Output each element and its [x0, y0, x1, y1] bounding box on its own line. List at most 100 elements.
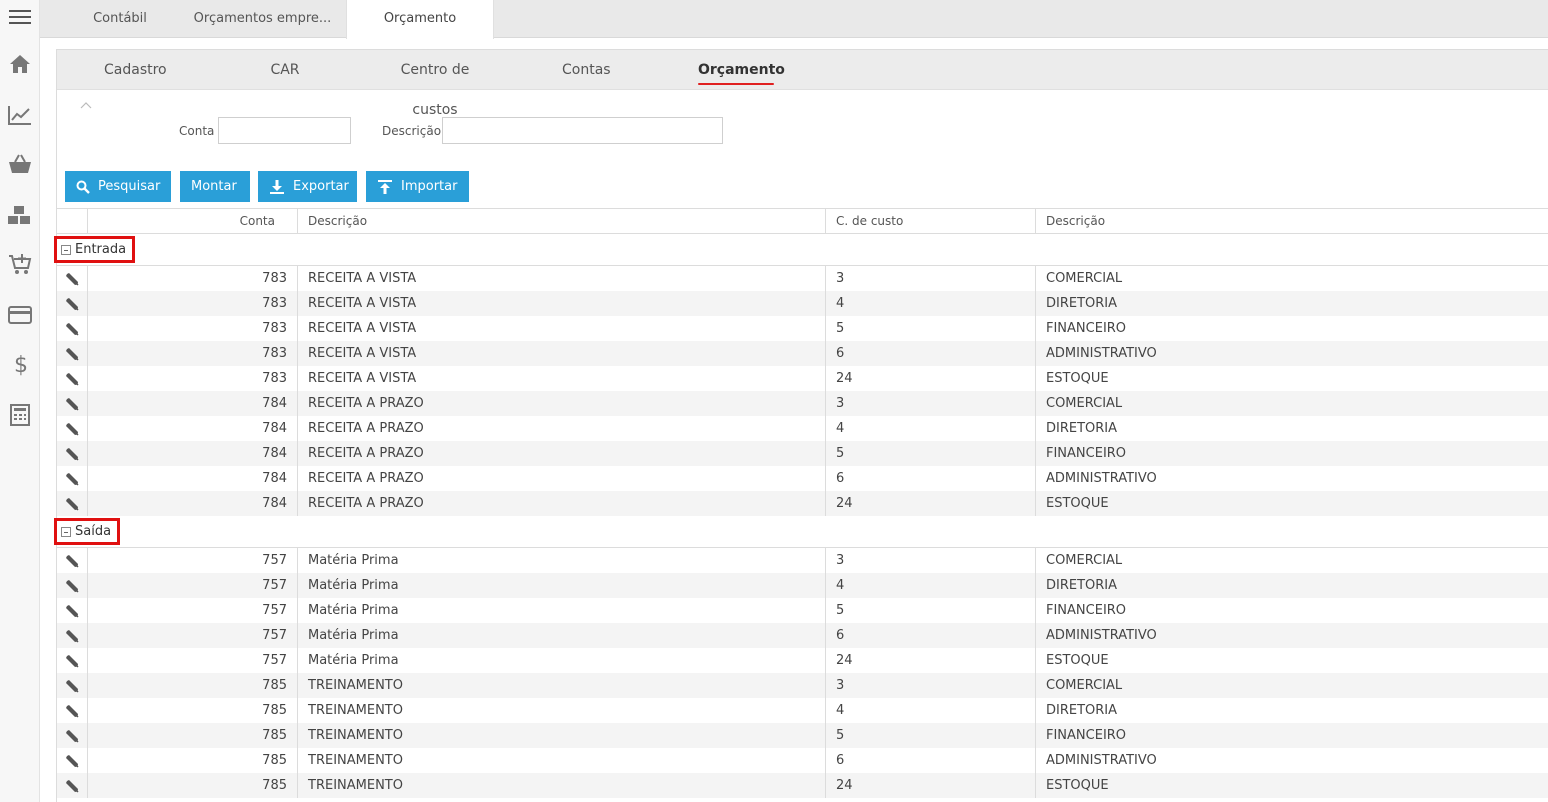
cell-descricao: TREINAMENTO — [297, 698, 825, 723]
table-row[interactable]: 784 RECEITA A PRAZO 6 ADMINISTRATIVO — [57, 466, 1548, 491]
table-row[interactable]: 785 TREINAMENTO 4 DIRETORIA — [57, 698, 1548, 723]
cell-custo-descricao: COMERCIAL — [1035, 391, 1548, 416]
chart-icon[interactable] — [0, 97, 40, 133]
boxes-icon[interactable] — [0, 197, 40, 233]
table-row[interactable]: 757 Matéria Prima 4 DIRETORIA — [57, 573, 1548, 598]
table-row[interactable]: 784 RECEITA A PRAZO 24 ESTOQUE — [57, 491, 1548, 516]
edit-pencil-icon[interactable] — [57, 648, 87, 673]
pesquisar-button[interactable]: Pesquisar — [65, 171, 171, 202]
cell-descricao: TREINAMENTO — [297, 673, 825, 698]
subtab-car[interactable]: CAR — [269, 50, 301, 90]
descricao-input[interactable] — [442, 117, 723, 144]
home-icon[interactable] — [0, 46, 40, 82]
table-row[interactable]: 783 RECEITA A VISTA 4 DIRETORIA — [57, 291, 1548, 316]
subtab-orcamento[interactable]: Orçamento — [698, 50, 785, 90]
cell-conta: 784 — [87, 416, 297, 441]
col-custo-descricao[interactable]: Descrição — [1035, 209, 1548, 233]
grid-header: Conta Descrição C. de custo Descrição — [57, 208, 1548, 234]
cell-custo-descricao: COMERCIAL — [1035, 266, 1548, 291]
edit-pencil-icon[interactable] — [57, 341, 87, 366]
group-row: Saída — [54, 516, 1548, 548]
cell-descricao: Matéria Prima — [297, 548, 825, 573]
cell-centro-custo: 4 — [825, 291, 1035, 316]
edit-pencil-icon[interactable] — [57, 291, 87, 316]
edit-pencil-icon[interactable] — [57, 623, 87, 648]
montar-button[interactable]: Montar — [180, 171, 250, 202]
edit-pencil-icon[interactable] — [57, 466, 87, 491]
cell-centro-custo: 6 — [825, 341, 1035, 366]
collapse-caret-icon[interactable] — [80, 98, 92, 110]
edit-pencil-icon[interactable] — [57, 416, 87, 441]
edit-pencil-icon[interactable] — [57, 366, 87, 391]
cell-descricao: RECEITA A PRAZO — [297, 416, 825, 441]
edit-pencil-icon[interactable] — [57, 598, 87, 623]
group-toggle[interactable]: Entrada — [54, 236, 136, 263]
calculator-icon[interactable] — [0, 397, 40, 433]
group-toggle[interactable]: Saída — [54, 518, 121, 545]
subtab-cadastro[interactable]: Cadastro — [104, 50, 167, 90]
tab-orcamento[interactable]: Orçamento — [346, 0, 494, 39]
cell-conta: 757 — [87, 548, 297, 573]
cell-custo-descricao: DIRETORIA — [1035, 573, 1548, 598]
col-centro-custo[interactable]: C. de custo — [825, 209, 1035, 233]
subtab-contas[interactable]: Contas — [562, 50, 611, 90]
cell-centro-custo: 6 — [825, 623, 1035, 648]
table-row[interactable]: 785 TREINAMENTO 6 ADMINISTRATIVO — [57, 748, 1548, 773]
collapse-minus-icon[interactable] — [61, 244, 71, 255]
table-row[interactable]: 785 TREINAMENTO 5 FINANCEIRO — [57, 723, 1548, 748]
cell-descricao: TREINAMENTO — [297, 773, 825, 798]
table-row[interactable]: 757 Matéria Prima 6 ADMINISTRATIVO — [57, 623, 1548, 648]
cell-conta: 785 — [87, 723, 297, 748]
cell-custo-descricao: DIRETORIA — [1035, 291, 1548, 316]
edit-pencil-icon[interactable] — [57, 698, 87, 723]
edit-pencil-icon[interactable] — [57, 723, 87, 748]
conta-label: Conta — [179, 124, 215, 138]
cart-plus-icon[interactable] — [0, 246, 40, 282]
table-row[interactable]: 783 RECEITA A VISTA 24 ESTOQUE — [57, 366, 1548, 391]
conta-input[interactable] — [218, 117, 351, 144]
edit-pencil-icon[interactable] — [57, 773, 87, 798]
cell-custo-descricao: DIRETORIA — [1035, 416, 1548, 441]
edit-pencil-icon[interactable] — [57, 748, 87, 773]
cell-descricao: Matéria Prima — [297, 648, 825, 673]
basket-icon[interactable] — [0, 146, 40, 182]
edit-pencil-icon[interactable] — [57, 316, 87, 341]
table-row[interactable]: 757 Matéria Prima 24 ESTOQUE — [57, 648, 1548, 673]
cell-descricao: RECEITA A PRAZO — [297, 491, 825, 516]
table-row[interactable]: 785 TREINAMENTO 3 COMERCIAL — [57, 673, 1548, 698]
exportar-button[interactable]: Exportar — [258, 171, 357, 202]
collapse-minus-icon[interactable] — [61, 526, 71, 537]
edit-pencil-icon[interactable] — [57, 673, 87, 698]
table-row[interactable]: 783 RECEITA A VISTA 5 FINANCEIRO — [57, 316, 1548, 341]
tab-orcamentos-empresa[interactable]: Orçamentos empre... — [190, 0, 335, 38]
table-row[interactable]: 785 TREINAMENTO 24 ESTOQUE — [57, 773, 1548, 798]
col-conta[interactable]: Conta — [87, 209, 297, 233]
edit-pencil-icon[interactable] — [57, 548, 87, 573]
table-row[interactable]: 784 RECEITA A PRAZO 4 DIRETORIA — [57, 416, 1548, 441]
edit-pencil-icon[interactable] — [57, 573, 87, 598]
cell-centro-custo: 24 — [825, 366, 1035, 391]
top-tab-bar: Contábil Orçamentos empre... Orçamento — [40, 0, 1548, 39]
cell-conta: 783 — [87, 266, 297, 291]
cell-conta: 784 — [87, 491, 297, 516]
cell-centro-custo: 3 — [825, 266, 1035, 291]
edit-pencil-icon[interactable] — [57, 391, 87, 416]
table-row[interactable]: 783 RECEITA A VISTA 6 ADMINISTRATIVO — [57, 341, 1548, 366]
edit-pencil-icon[interactable] — [57, 491, 87, 516]
menu-icon[interactable] — [0, 0, 40, 34]
table-row[interactable]: 784 RECEITA A PRAZO 5 FINANCEIRO — [57, 441, 1548, 466]
importar-label: Importar — [401, 179, 458, 194]
table-row[interactable]: 783 RECEITA A VISTA 3 COMERCIAL — [57, 266, 1548, 291]
table-row[interactable]: 784 RECEITA A PRAZO 3 COMERCIAL — [57, 391, 1548, 416]
subtab-centro-de-custos[interactable]: Centro de custos — [379, 50, 491, 118]
credit-card-icon[interactable] — [0, 297, 40, 333]
table-row[interactable]: 757 Matéria Prima 5 FINANCEIRO — [57, 598, 1548, 623]
tab-contabil[interactable]: Contábil — [76, 0, 164, 38]
cell-custo-descricao: ADMINISTRATIVO — [1035, 623, 1548, 648]
col-descricao[interactable]: Descrição — [297, 209, 825, 233]
edit-pencil-icon[interactable] — [57, 266, 87, 291]
dollar-icon[interactable]: $ — [0, 346, 40, 382]
importar-button[interactable]: Importar — [366, 171, 469, 202]
table-row[interactable]: 757 Matéria Prima 3 COMERCIAL — [57, 548, 1548, 573]
edit-pencil-icon[interactable] — [57, 441, 87, 466]
